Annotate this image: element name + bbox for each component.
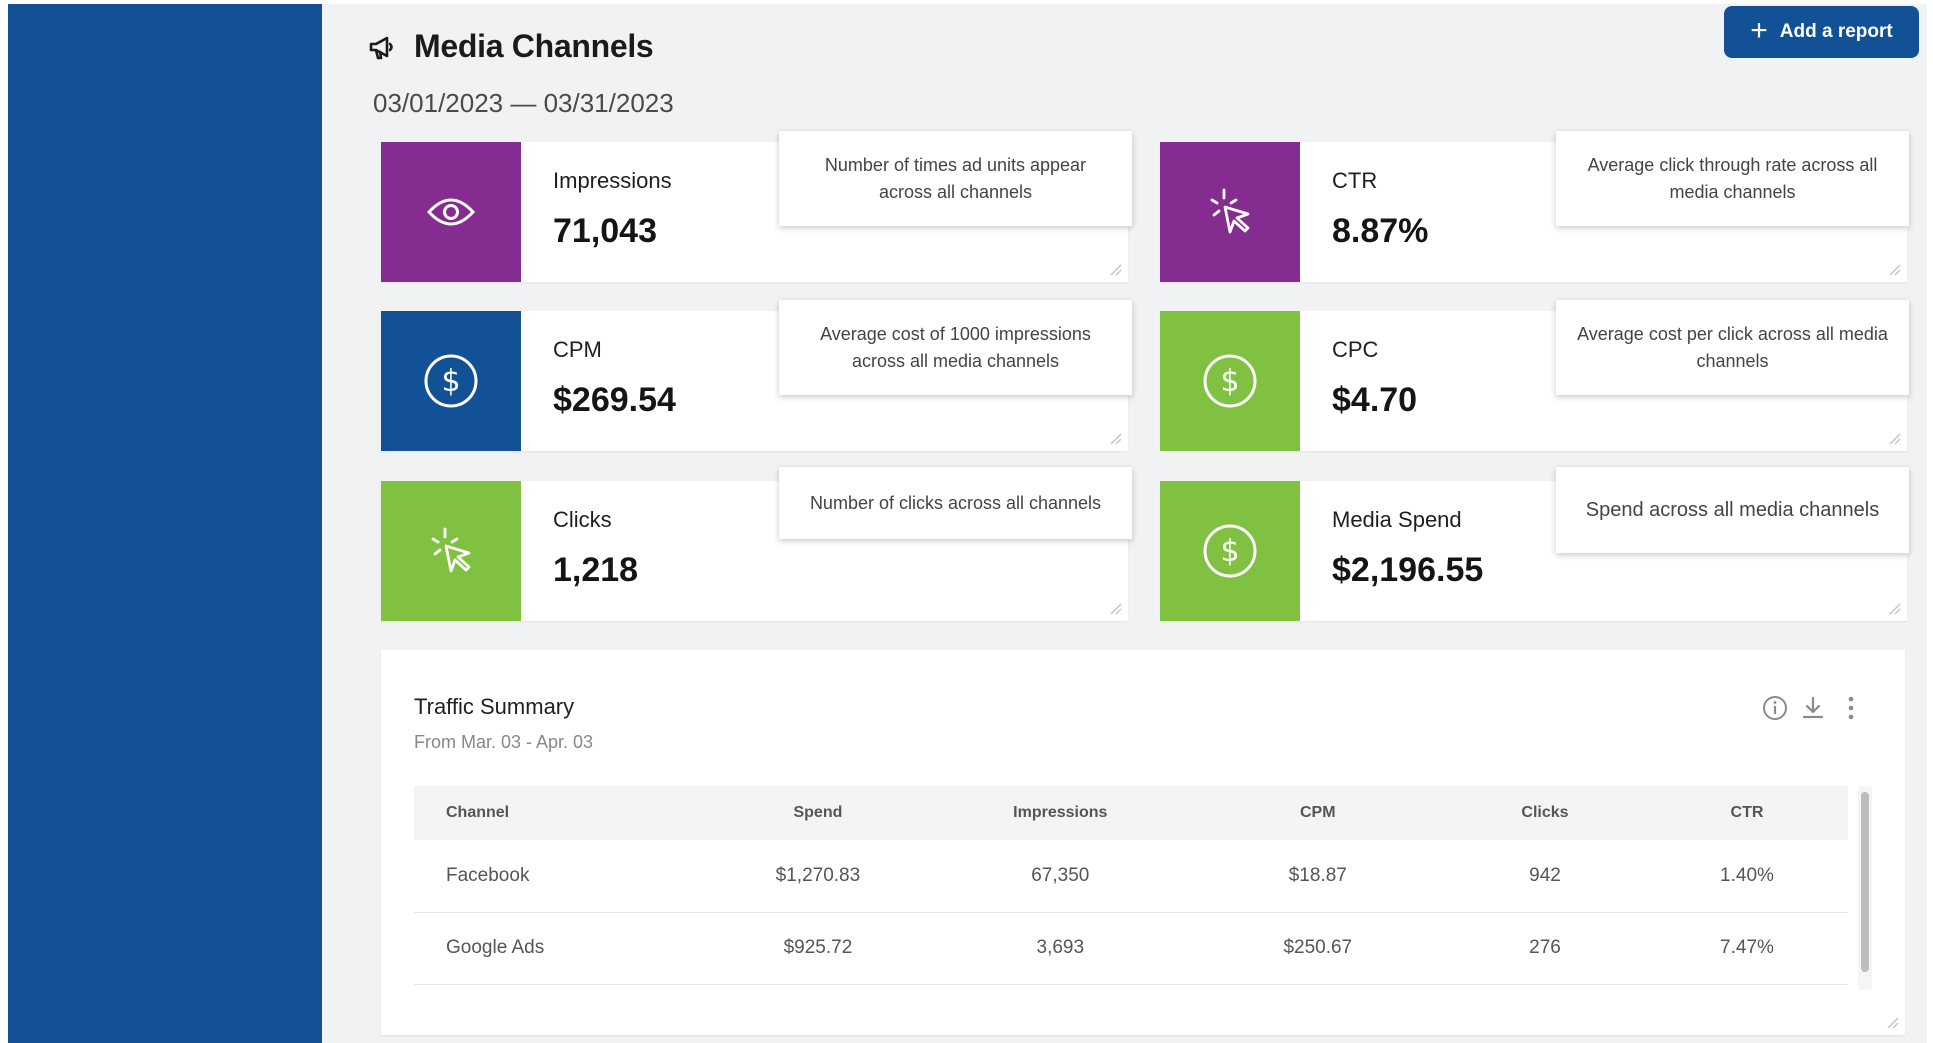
megaphone-icon	[369, 36, 393, 60]
cell-impressions: 67,350	[1031, 864, 1090, 886]
download-icon[interactable]	[1799, 694, 1827, 722]
eye-icon	[426, 198, 476, 226]
resize-handle-icon[interactable]	[1887, 431, 1901, 445]
traffic-table: Channel Spend Impressions CPM Clicks CTR…	[414, 786, 1848, 985]
cell-channel: Facebook	[446, 864, 530, 886]
dollar-icon: $	[424, 354, 478, 408]
tooltip-impressions: Number of times ad units appear across a…	[779, 131, 1132, 226]
table-row[interactable]: Google Ads $925.72 3,693 $250.67 276 7.4…	[414, 912, 1848, 984]
panel-actions	[1761, 694, 1865, 722]
column-header-spend[interactable]: Spend	[707, 786, 929, 840]
column-header-cpm[interactable]: CPM	[1192, 786, 1444, 840]
resize-handle-icon[interactable]	[1887, 601, 1901, 615]
more-vertical-icon[interactable]	[1837, 694, 1865, 722]
info-icon[interactable]	[1761, 694, 1789, 722]
resize-handle-icon[interactable]	[1108, 262, 1122, 276]
resize-handle-icon[interactable]	[1885, 1015, 1899, 1029]
add-report-label: Add a report	[1779, 21, 1893, 42]
metric-value: 71,043	[553, 212, 657, 250]
resize-handle-icon[interactable]	[1887, 262, 1901, 276]
column-header-impressions[interactable]: Impressions	[929, 786, 1192, 840]
metric-value: $2,196.55	[1332, 551, 1484, 589]
metric-value: $4.70	[1332, 381, 1418, 419]
resize-handle-icon[interactable]	[1108, 601, 1122, 615]
page-title: Media Channels	[414, 28, 654, 64]
cell-cpm: $250.67	[1283, 937, 1353, 958]
metric-icon-box: $	[381, 311, 521, 451]
metric-value: $269.54	[553, 381, 676, 419]
date-range: 03/01/2023 — 03/31/2023	[373, 88, 674, 118]
metric-label: CPM	[553, 337, 602, 362]
svg-text:$: $	[441, 364, 460, 399]
tooltip-cpc: Average cost per click across all media …	[1556, 300, 1909, 395]
cell-cpm: $18.87	[1288, 864, 1347, 886]
scrollbar-thumb[interactable]	[1861, 792, 1869, 972]
cursor-click-icon	[1210, 188, 1250, 234]
dollar-icon: $	[1203, 524, 1257, 578]
table-row[interactable]: Facebook $1,270.83 67,350 $18.87 942 1.4…	[414, 840, 1848, 912]
metric-value: 1,218	[553, 551, 639, 589]
table-header-row: Channel Spend Impressions CPM Clicks CTR	[414, 786, 1848, 840]
cell-impressions: 3,693	[1036, 937, 1085, 958]
column-header-ctr[interactable]: CTR	[1646, 786, 1848, 840]
svg-text:$: $	[1220, 534, 1239, 569]
metric-label: Media Spend	[1332, 507, 1462, 532]
sidebar	[8, 4, 322, 1043]
metric-icon-box	[381, 142, 521, 282]
metric-label: CTR	[1332, 168, 1378, 193]
table-scrollbar[interactable]	[1858, 786, 1872, 990]
metric-icon-box	[1160, 142, 1300, 282]
tooltip-media-spend: Spend across all media channels	[1556, 467, 1909, 553]
cell-spend: $1,270.83	[775, 864, 861, 886]
traffic-table-container: Channel Spend Impressions CPM Clicks CTR…	[414, 786, 1858, 990]
cell-ctr: 1.40%	[1720, 864, 1774, 886]
metric-icon-box	[381, 481, 521, 621]
tooltip-clicks: Number of clicks across all channels	[779, 467, 1132, 539]
traffic-summary-panel: Traffic Summary From Mar. 03 - Apr. 03 C…	[381, 650, 1905, 1035]
traffic-summary-subtitle: From Mar. 03 - Apr. 03	[414, 732, 594, 752]
resize-handle-icon[interactable]	[1108, 431, 1122, 445]
cell-spend: $925.72	[783, 937, 853, 958]
cell-ctr: 7.47%	[1720, 937, 1774, 958]
tooltip-cpm: Average cost of 1000 impressions across …	[779, 300, 1132, 395]
cell-clicks: 276	[1529, 937, 1561, 958]
metric-label: CPC	[1332, 337, 1379, 362]
metric-icon-box: $	[1160, 311, 1300, 451]
column-header-channel[interactable]: Channel	[414, 786, 707, 840]
dollar-icon: $	[1203, 354, 1257, 408]
svg-text:$: $	[1220, 364, 1239, 399]
tooltip-ctr: Average click through rate across all me…	[1556, 131, 1909, 226]
cursor-click-icon	[431, 527, 471, 573]
cell-clicks: 942	[1529, 864, 1561, 886]
column-header-clicks[interactable]: Clicks	[1444, 786, 1646, 840]
traffic-summary-title: Traffic Summary	[414, 694, 575, 719]
plus-icon: +	[1750, 13, 1768, 47]
metric-icon-box: $	[1160, 481, 1300, 621]
add-report-button[interactable]: + Add a report	[1724, 6, 1919, 58]
metric-label: Impressions	[553, 168, 672, 193]
metric-value: 8.87%	[1332, 212, 1429, 250]
cell-channel: Google Ads	[446, 937, 545, 958]
metric-label: Clicks	[553, 507, 612, 532]
